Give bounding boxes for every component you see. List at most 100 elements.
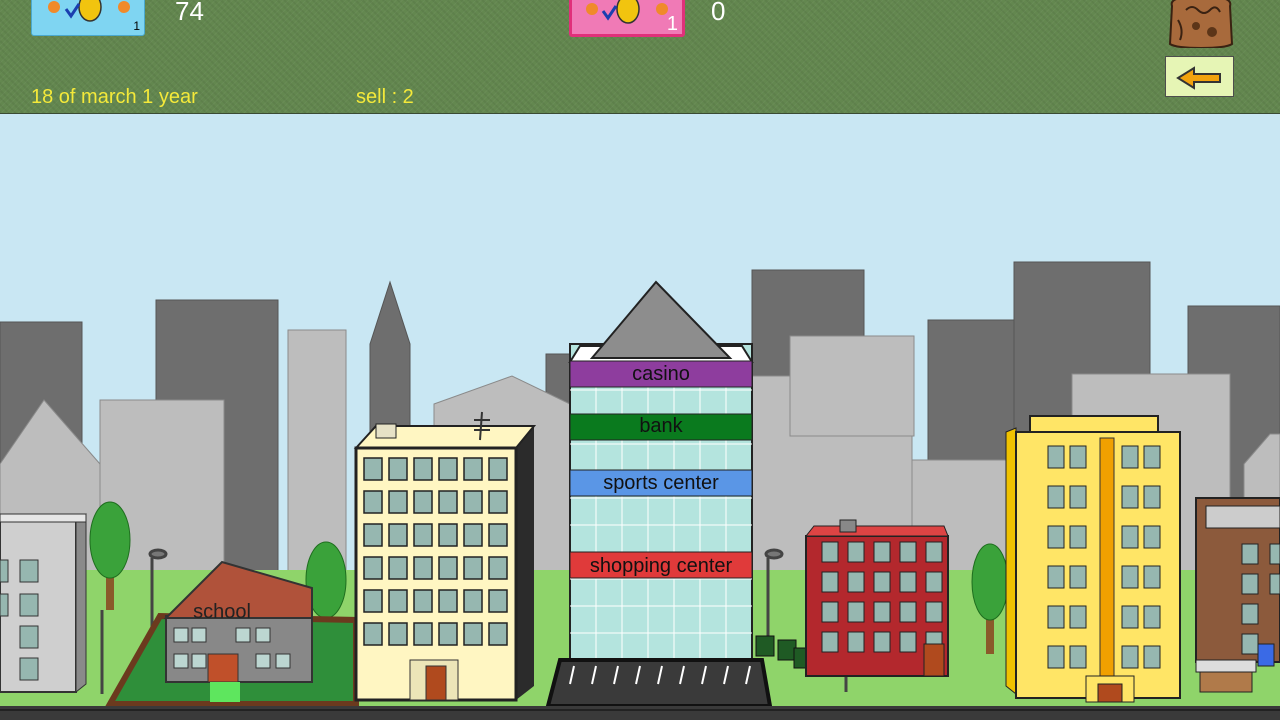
window [1069, 525, 1087, 549]
window [363, 523, 383, 547]
window [1047, 565, 1065, 589]
window [488, 490, 508, 514]
left-office-building [0, 513, 87, 694]
tower-floor-casino[interactable]: casino [569, 360, 753, 388]
window [1069, 445, 1087, 469]
window [847, 631, 865, 653]
window [463, 589, 483, 613]
window [1121, 485, 1139, 509]
window [363, 622, 383, 646]
yellow-apartment-building [1005, 415, 1181, 703]
top-hud: 1 74 1 0 18 of march 1 year sell : 2 [0, 0, 1280, 114]
window [821, 541, 839, 563]
road [0, 706, 1280, 720]
window [821, 631, 839, 653]
window [847, 571, 865, 593]
window [1143, 445, 1161, 469]
window [873, 601, 891, 623]
player2-card-count: 1 [666, 13, 678, 35]
window [1121, 565, 1139, 589]
player1-card[interactable]: 1 [31, 0, 145, 36]
red-apartment-building [804, 519, 949, 677]
window [488, 523, 508, 547]
window [438, 589, 458, 613]
tower-floor-sports-center[interactable]: sports center [569, 469, 753, 497]
window [1069, 645, 1087, 669]
window [1143, 485, 1161, 509]
window [438, 490, 458, 514]
window [363, 490, 383, 514]
window [899, 541, 917, 563]
sell-count: sell : 2 [356, 86, 414, 108]
window [488, 622, 508, 646]
window [388, 589, 408, 613]
window [1069, 605, 1087, 629]
window [388, 556, 408, 580]
window [488, 556, 508, 580]
window [438, 523, 458, 547]
window [899, 601, 917, 623]
bag-icon[interactable] [1166, 0, 1236, 48]
tower-floor-bank[interactable]: bank [569, 413, 753, 441]
window [925, 541, 943, 563]
window [873, 631, 891, 653]
player1-score: 74 [175, 0, 204, 26]
window [438, 457, 458, 481]
shopping-center-label: shopping center [590, 555, 733, 577]
window [1069, 485, 1087, 509]
window [873, 571, 891, 593]
window [463, 622, 483, 646]
window [438, 622, 458, 646]
window [1121, 525, 1139, 549]
window [388, 622, 408, 646]
casino-label: casino [632, 363, 690, 385]
player2-score: 0 [711, 0, 726, 26]
cream-apartment-building [353, 411, 537, 702]
window [413, 457, 433, 481]
window [925, 571, 943, 593]
window [1121, 605, 1139, 629]
sports-center-label: sports center [603, 472, 719, 494]
window [1047, 645, 1065, 669]
game-date: 18 of march 1 year [31, 86, 198, 108]
right-brown-building [1195, 497, 1280, 663]
window [388, 457, 408, 481]
window [488, 457, 508, 481]
window [463, 457, 483, 481]
window [1143, 645, 1161, 669]
window [413, 523, 433, 547]
window [488, 589, 508, 613]
window [463, 556, 483, 580]
window [1121, 645, 1139, 669]
window [847, 541, 865, 563]
window [1047, 485, 1065, 509]
window [463, 523, 483, 547]
school-sign: school [193, 601, 251, 623]
back-arrow-icon [1176, 66, 1221, 90]
window [1121, 445, 1139, 469]
window [388, 523, 408, 547]
window [363, 589, 383, 613]
city-scene: school casino bank sports center shoppin… [0, 114, 1280, 720]
window [388, 490, 408, 514]
window [413, 589, 433, 613]
window [899, 571, 917, 593]
player2-card[interactable]: 1 [569, 0, 685, 37]
tower-floor-shopping-center[interactable]: shopping center [569, 551, 753, 579]
window [1143, 605, 1161, 629]
window [438, 556, 458, 580]
window [1047, 445, 1065, 469]
bank-label: bank [639, 415, 683, 437]
window [413, 490, 433, 514]
window [847, 601, 865, 623]
window [363, 457, 383, 481]
window [925, 601, 943, 623]
window [1047, 605, 1065, 629]
window [463, 490, 483, 514]
window [899, 631, 917, 653]
window [413, 622, 433, 646]
window [363, 556, 383, 580]
back-button[interactable] [1165, 56, 1234, 97]
window [1069, 565, 1087, 589]
card-icon [586, 0, 668, 24]
